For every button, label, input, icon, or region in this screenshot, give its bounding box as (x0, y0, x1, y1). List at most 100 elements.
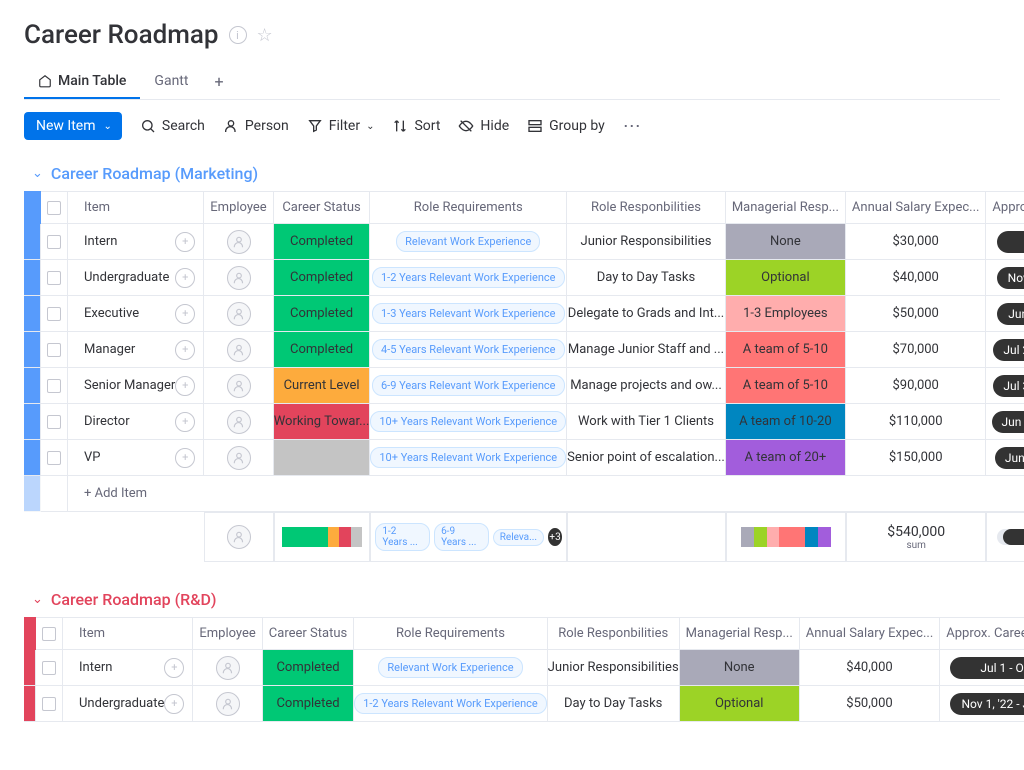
conversation-icon[interactable] (175, 304, 195, 324)
conversation-icon[interactable] (175, 376, 195, 396)
conversation-icon[interactable] (164, 694, 184, 714)
item-name-cell[interactable]: VP (68, 440, 204, 476)
sort-button[interactable]: Sort (392, 118, 440, 134)
responsibilities-cell[interactable]: Delegate to Grads and Int... (567, 296, 726, 332)
requirements-cell[interactable]: 10+ Years Relevant Work Experience (370, 440, 567, 476)
salary-cell[interactable]: $70,000 (846, 332, 987, 368)
row-checkbox[interactable] (36, 650, 63, 686)
row-checkbox[interactable] (41, 404, 68, 440)
item-name-cell[interactable]: Executive (68, 296, 204, 332)
employee-cell[interactable] (204, 224, 273, 260)
status-cell[interactable]: Completed (274, 332, 371, 368)
item-name-cell[interactable]: Intern (63, 650, 193, 686)
tab-main-table[interactable]: Main Table (24, 65, 140, 99)
salary-cell[interactable]: $30,000 (846, 224, 987, 260)
info-icon[interactable]: i (229, 26, 247, 44)
conversation-icon[interactable] (175, 412, 195, 432)
col-timeline[interactable]: Approx. Career Timeline (940, 617, 1024, 650)
col-item[interactable]: Item (63, 617, 193, 650)
salary-cell[interactable]: $110,000 (846, 404, 987, 440)
status-cell[interactable]: Completed (263, 650, 354, 686)
conversation-icon[interactable] (164, 658, 184, 678)
table-row[interactable]: Executive Completed 1-3 Years Relevant W… (24, 296, 1024, 332)
group-collapse-icon[interactable]: ⌄ (32, 166, 43, 181)
status-cell[interactable]: Completed (263, 686, 354, 722)
col-status[interactable]: Career Status (274, 191, 371, 224)
table-row[interactable]: Director Working Towar... 10+ Years Rele… (24, 404, 1024, 440)
add-item-button[interactable]: + Add Item (68, 476, 1024, 512)
managerial-cell[interactable]: Optional (726, 260, 846, 296)
requirements-cell[interactable]: Relevant Work Experience (354, 650, 548, 686)
timeline-cell[interactable]: Nov 1, '22 - Jul 3, '23 (940, 686, 1024, 722)
requirements-cell[interactable]: 1-2 Years Relevant Work Experience (354, 686, 548, 722)
timeline-cell[interactable]: Jun 1, '31 - Jul 31, '35 (986, 440, 1024, 476)
conversation-icon[interactable] (175, 448, 195, 468)
responsibilities-cell[interactable]: Day to Day Tasks (548, 686, 680, 722)
hide-button[interactable]: Hide (458, 118, 509, 134)
row-checkbox[interactable] (41, 332, 68, 368)
requirements-cell[interactable]: 4-5 Years Relevant Work Experience (370, 332, 567, 368)
table-row[interactable]: Undergraduate Completed 1-2 Years Releva… (24, 260, 1024, 296)
group-button[interactable]: Group by (527, 118, 605, 134)
row-checkbox[interactable] (41, 440, 68, 476)
col-salary[interactable]: Annual Salary Expec... (846, 191, 987, 224)
salary-cell[interactable]: $40,000 (800, 650, 941, 686)
col-timeline[interactable]: Approx. Career Timeline (986, 191, 1024, 224)
salary-cell[interactable]: $50,000 (846, 296, 987, 332)
timeline-cell[interactable]: Jun 4, '23 - Jul 1, '25 (986, 296, 1024, 332)
col-salary[interactable]: Annual Salary Expec... (800, 617, 941, 650)
row-checkbox[interactable] (41, 296, 68, 332)
table-row[interactable]: Undergraduate Completed 1-2 Years Releva… (24, 686, 1024, 722)
responsibilities-cell[interactable]: Manage Junior Staff and ... (567, 332, 726, 368)
item-name-cell[interactable]: Director (68, 404, 204, 440)
item-name-cell[interactable]: Undergraduate (63, 686, 193, 722)
col-requirements[interactable]: Role Requirements (370, 191, 567, 224)
col-responsibilities[interactable]: Role Responbilities (548, 617, 680, 650)
timeline-cell[interactable]: Jul 1 - Oct 31 (940, 650, 1024, 686)
col-item[interactable]: Item (68, 191, 204, 224)
col-managerial[interactable]: Managerial Resp... (680, 617, 800, 650)
employee-cell[interactable] (204, 332, 273, 368)
col-requirements[interactable]: Role Requirements (354, 617, 548, 650)
timeline-cell[interactable]: Jun 26, '29 - Jul 30, '31 (986, 404, 1024, 440)
conversation-icon[interactable] (175, 340, 195, 360)
search-button[interactable]: Search (140, 118, 205, 134)
col-responsibilities[interactable]: Role Responbilities (567, 191, 726, 224)
responsibilities-cell[interactable]: Manage projects and ow... (567, 368, 726, 404)
timeline-cell[interactable]: Nov 1, '22 - Jul 3, '23 (986, 260, 1024, 296)
group-collapse-icon[interactable]: ⌄ (32, 592, 43, 607)
group-title[interactable]: Career Roadmap (R&D) (51, 590, 217, 609)
managerial-cell[interactable]: A team of 10-20 (726, 404, 846, 440)
select-all-checkbox[interactable] (36, 617, 63, 650)
timeline-cell[interactable]: Jul 24, '25 - Jul 31, '27 (986, 332, 1024, 368)
status-cell[interactable] (274, 440, 371, 476)
col-managerial[interactable]: Managerial Resp... (726, 191, 846, 224)
requirements-cell[interactable]: 10+ Years Relevant Work Experience (370, 404, 567, 440)
managerial-cell[interactable]: 1-3 Employees (726, 296, 846, 332)
responsibilities-cell[interactable]: Work with Tier 1 Clients (567, 404, 726, 440)
responsibilities-cell[interactable]: Junior Responsibilities (567, 224, 726, 260)
item-name-cell[interactable]: Intern (68, 224, 204, 260)
employee-cell[interactable] (204, 404, 273, 440)
requirements-cell[interactable]: 1-3 Years Relevant Work Experience (370, 296, 567, 332)
managerial-cell[interactable]: A team of 5-10 (726, 368, 846, 404)
row-checkbox[interactable] (41, 224, 68, 260)
table-row[interactable]: VP 10+ Years Relevant Work Experience Se… (24, 440, 1024, 476)
employee-cell[interactable] (204, 296, 273, 332)
responsibilities-cell[interactable]: Senior point of escalation... (567, 440, 726, 476)
status-cell[interactable]: Completed (274, 224, 371, 260)
row-checkbox[interactable] (41, 368, 68, 404)
responsibilities-cell[interactable]: Junior Responsibilities (548, 650, 680, 686)
table-row[interactable]: Intern Completed Relevant Work Experienc… (24, 650, 1024, 686)
group-title[interactable]: Career Roadmap (Marketing) (51, 164, 258, 183)
employee-cell[interactable] (204, 368, 273, 404)
tab-gantt[interactable]: Gantt (140, 65, 202, 99)
status-cell[interactable]: Completed (274, 296, 371, 332)
timeline-cell[interactable]: Jul 31, '27 - Jul 25, '29 (986, 368, 1024, 404)
table-row[interactable]: Senior Manager Current Level 6-9 Years R… (24, 368, 1024, 404)
salary-cell[interactable]: $40,000 (846, 260, 987, 296)
status-cell[interactable]: Current Level (274, 368, 371, 404)
item-name-cell[interactable]: Senior Manager (68, 368, 204, 404)
row-checkbox[interactable] (36, 686, 63, 722)
salary-cell[interactable]: $50,000 (800, 686, 941, 722)
